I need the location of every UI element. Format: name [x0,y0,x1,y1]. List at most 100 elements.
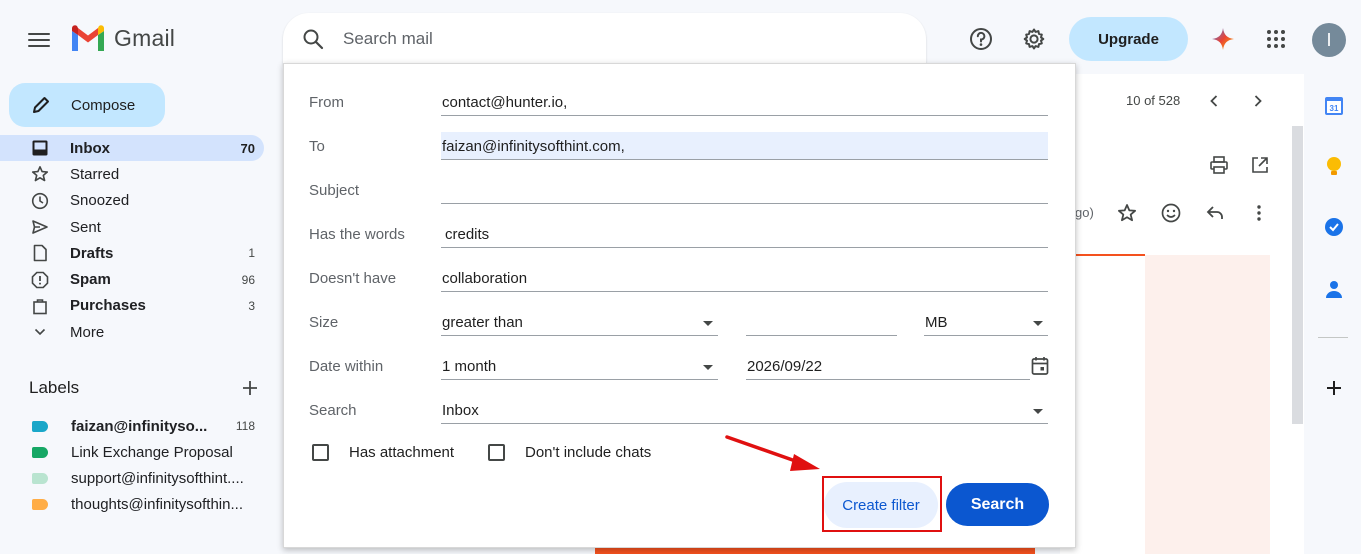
draft-icon [30,243,50,263]
search-bar[interactable] [283,13,926,65]
reply-icon[interactable] [1205,203,1225,223]
labels-heading: Labels [29,378,80,397]
from-field[interactable]: contact@hunter.io, [441,88,1048,116]
date-range-select[interactable]: 1 month [441,352,718,380]
has-attachment-checkbox[interactable] [312,444,329,461]
item-count: 1 [248,246,255,261]
label-name: Link Exchange Proposal [71,443,233,461]
add-label-icon[interactable] [241,379,259,397]
subject-label: Subject [309,182,360,199]
main-menu-button[interactable] [22,24,56,56]
doesnt-have-row: Doesn't have collaboration [309,264,1049,294]
unread-count: 70 [240,140,255,156]
has-words-field[interactable]: credits [441,220,1048,248]
calendar-picker-icon[interactable] [1031,356,1049,376]
no-chats-label: Don't include chats [525,444,652,461]
tasks-icon[interactable] [1324,217,1344,237]
open-new-window-icon[interactable] [1250,155,1270,175]
item-count: 3 [248,298,255,313]
to-field[interactable]: faizan@infinitysofthint.com, [441,132,1048,160]
svg-text:31: 31 [1330,104,1339,113]
contacts-icon[interactable] [1325,279,1343,299]
help-icon[interactable] [966,24,996,54]
has-attachment-option[interactable]: Has attachment [312,444,454,461]
sidebar-nav: Inbox 70 Starred Snoozed Sent Drafts 1 S… [0,135,264,345]
gemini-sparkle-icon[interactable] [1208,24,1238,54]
label-tag-icon [32,420,48,432]
side-panel: 31 [1304,74,1361,554]
search-button[interactable]: Search [946,483,1049,526]
no-chats-option[interactable]: Don't include chats [488,444,651,461]
star-icon [30,164,50,184]
message-time: go) [1075,205,1094,220]
gmail-m-icon [72,25,104,51]
compose-button[interactable]: Compose [9,83,165,127]
gmail-logo[interactable]: Gmail [70,24,175,52]
date-field[interactable]: 2026/09/22 [746,352,1030,380]
label-item[interactable]: faizan@infinityso... 118 [0,413,264,439]
label-name: support@infinitysofthint.... [71,469,244,487]
chevron-left-icon[interactable] [1206,93,1222,109]
search-icon[interactable] [301,27,325,51]
print-icon[interactable] [1209,155,1229,175]
sidebar-item-label: Purchases [70,297,146,315]
sidebar-item-sent[interactable]: Sent [0,214,264,240]
spam-icon [30,270,50,290]
size-value-field[interactable] [746,308,897,336]
search-input[interactable] [343,27,863,51]
search-scope-select[interactable]: Inbox [441,396,1048,424]
apps-grid-icon[interactable] [1261,24,1291,54]
calendar-icon[interactable]: 31 [1324,96,1344,116]
to-label: To [309,138,325,155]
sidebar-item-more[interactable]: More [0,319,264,345]
sidebar-item-inbox[interactable]: Inbox 70 [0,135,264,162]
label-item[interactable]: support@infinitysofthint.... [0,465,264,491]
sidebar-item-drafts[interactable]: Drafts 1 [0,240,264,266]
add-addon-icon[interactable] [1324,378,1344,398]
dropdown-caret-icon [1033,321,1043,326]
sidebar-item-spam[interactable]: Spam 96 [0,266,264,292]
has-attachment-label: Has attachment [349,444,455,461]
scrollbar[interactable] [1292,126,1303,424]
subject-row: Subject [309,176,1049,206]
has-words-row: Has the words credits [309,220,1049,250]
app-name: Gmail [114,24,176,51]
settings-gear-icon[interactable] [1019,24,1049,54]
more-vertical-icon[interactable] [1250,203,1268,223]
emoji-icon[interactable] [1160,202,1182,224]
pencil-icon [33,97,49,113]
sidebar-item-purchases[interactable]: Purchases 3 [0,293,264,319]
size-operator-select[interactable]: greater than [441,308,718,336]
star-icon[interactable] [1117,203,1137,223]
sidebar-item-label: Snoozed [70,192,130,210]
date-row: Date within 1 month 2026/09/22 [309,352,1049,382]
search-scope-row: Search Inbox [309,396,1049,426]
sidebar-item-label: Drafts [70,244,114,262]
size-label: Size [309,314,339,331]
red-highlight-annotation [822,476,942,532]
labels-section-header: Labels [29,378,259,398]
label-name: thoughts@infinitysofthin... [71,495,243,513]
sidebar-item-starred[interactable]: Starred [0,161,264,187]
no-chats-checkbox[interactable] [488,444,505,461]
doesnt-have-label: Doesn't have [309,270,397,287]
account-avatar[interactable]: I [1312,23,1346,57]
to-row: To faizan@infinitysofthint.com, [309,132,1049,162]
label-tag-icon [32,498,48,510]
keep-icon[interactable] [1325,156,1343,178]
compose-label: Compose [71,96,136,114]
chevron-right-icon[interactable] [1250,93,1266,109]
sidebar-item-label: Spam [70,271,111,289]
red-arrow-annotation [725,435,820,471]
subject-field[interactable] [441,176,1048,204]
email-banner-edge [1075,254,1145,256]
size-unit-select[interactable]: MB [924,308,1048,336]
sidebar-item-label: Starred [70,165,120,183]
label-item[interactable]: thoughts@infinitysofthin... [0,491,264,517]
label-item[interactable]: Link Exchange Proposal [0,439,264,465]
doesnt-have-field[interactable]: collaboration [441,264,1048,292]
upgrade-button[interactable]: Upgrade [1069,17,1188,61]
from-label: From [309,94,344,111]
sidebar-item-snoozed[interactable]: Snoozed [0,188,264,214]
label-tag-icon [32,446,48,458]
